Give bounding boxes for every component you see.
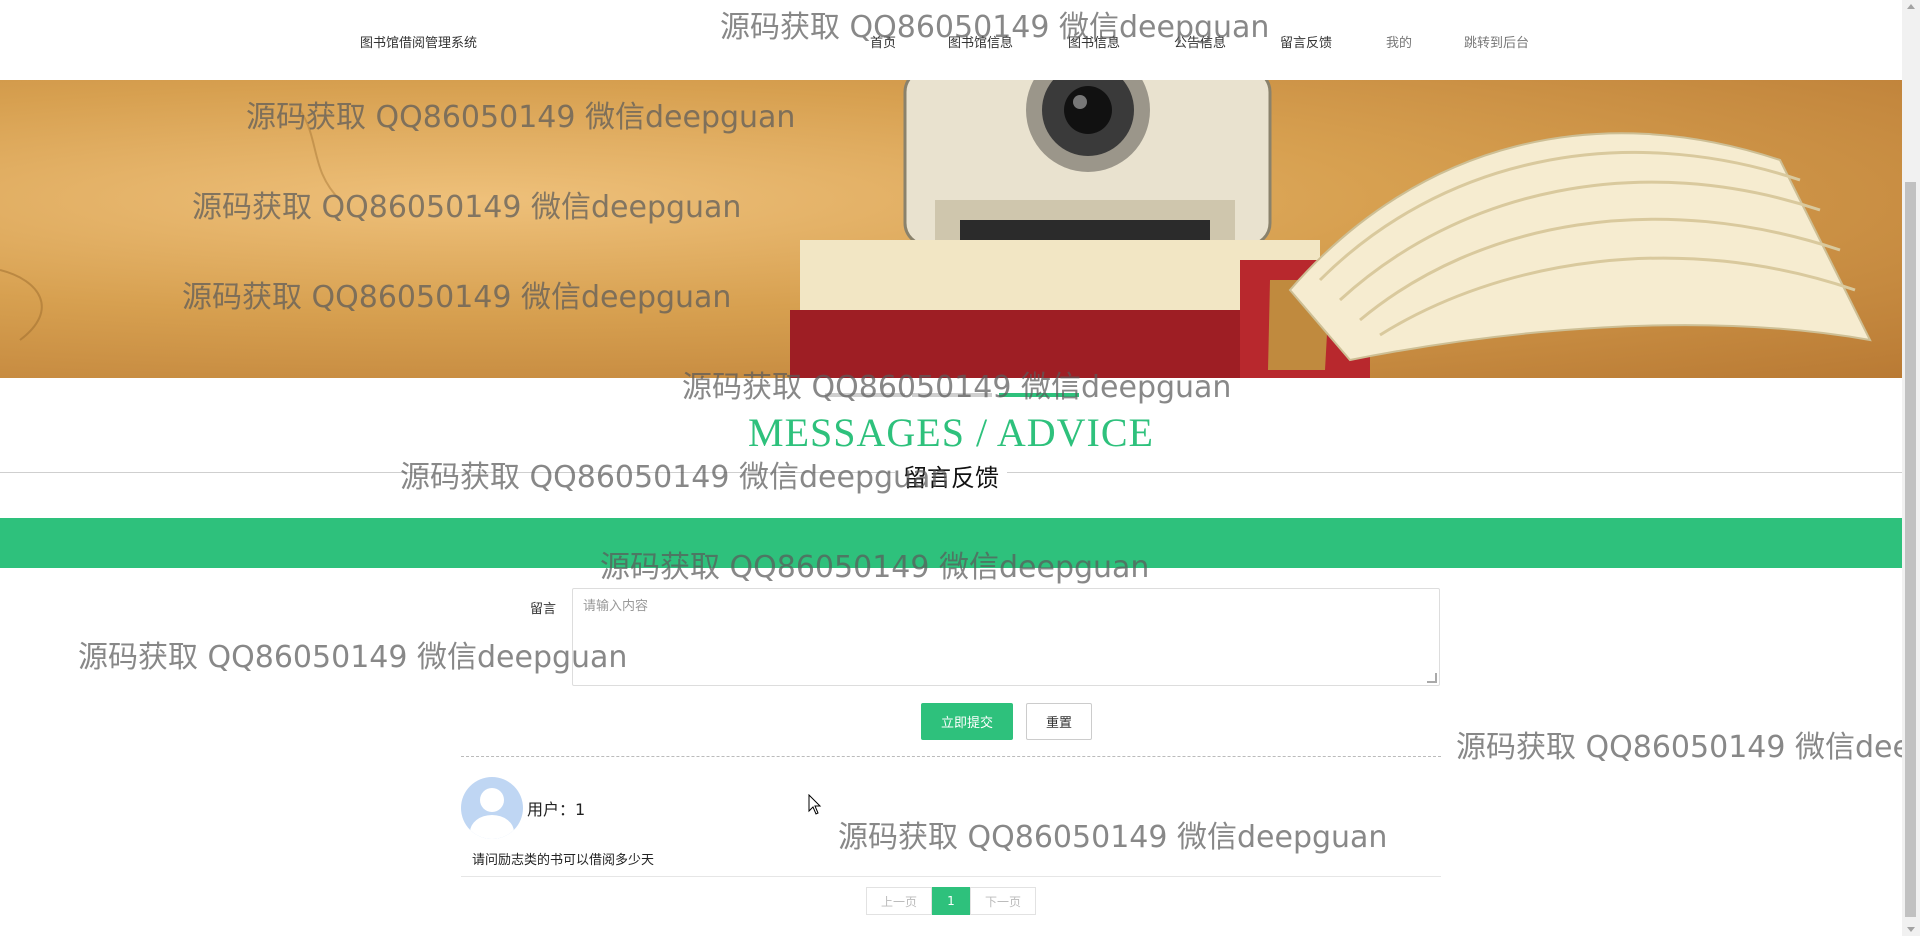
watermark: 源码获取 QQ86050149 微信deepguan bbox=[78, 640, 628, 675]
scroll-thumb[interactable] bbox=[1905, 182, 1916, 917]
nav-announcements[interactable]: 公告信息 bbox=[1174, 32, 1226, 51]
nav-home[interactable]: 首页 bbox=[870, 32, 896, 51]
top-navbar: 图书馆借阅管理系统 首页 图书馆信息 图书信息 公告信息 留言反馈 我的 跳转到… bbox=[0, 0, 1902, 80]
nav-admin-link[interactable]: 跳转到后台 bbox=[1464, 32, 1529, 51]
submit-button[interactable]: 立即提交 bbox=[921, 703, 1013, 740]
nav-feedback[interactable]: 留言反馈 bbox=[1280, 32, 1332, 51]
message-user-name: 1 bbox=[575, 800, 586, 819]
section-title-en: MESSAGES / ADVICE bbox=[748, 410, 1154, 455]
section-title-cn: 留言反馈 bbox=[0, 458, 1902, 493]
page-scrollbar[interactable] bbox=[1902, 0, 1920, 936]
user-avatar-icon bbox=[461, 777, 523, 839]
resize-handle-icon[interactable] bbox=[1427, 673, 1437, 683]
banner-dot-1[interactable] bbox=[825, 393, 905, 397]
message-user: 用户：1 bbox=[527, 796, 585, 820]
message-content: 请问励志类的书可以借阅多少天 bbox=[472, 853, 655, 868]
current-page-button[interactable]: 1 bbox=[932, 887, 970, 915]
site-brand[interactable]: 图书馆借阅管理系统 bbox=[360, 32, 477, 51]
nav-my[interactable]: 我的 bbox=[1386, 32, 1412, 51]
accent-band bbox=[0, 518, 1902, 568]
nav-book-info[interactable]: 图书信息 bbox=[1068, 32, 1120, 51]
mouse-pointer-icon bbox=[808, 794, 822, 815]
section-title-cn-text: 留言反馈 bbox=[895, 464, 1007, 492]
watermark: 源码获取 QQ86050149 微信deepguan bbox=[1456, 730, 1902, 765]
scroll-down-arrow-icon[interactable] bbox=[1907, 927, 1915, 932]
form-divider bbox=[461, 756, 1441, 757]
reset-button[interactable]: 重置 bbox=[1026, 703, 1092, 740]
message-placeholder: 请输入内容 bbox=[583, 599, 649, 614]
message-divider bbox=[461, 876, 1441, 877]
banner-dot-2[interactable] bbox=[912, 393, 992, 397]
watermark: 源码获取 QQ86050149 微信deepguan bbox=[838, 820, 1388, 855]
pagination: 上一页 1 下一页 bbox=[866, 887, 1036, 915]
scroll-up-arrow-icon[interactable] bbox=[1907, 4, 1915, 9]
banner-indicators bbox=[825, 393, 1080, 397]
banner-illustration bbox=[0, 80, 1872, 378]
next-page-button[interactable]: 下一页 bbox=[970, 887, 1036, 915]
prev-page-button[interactable]: 上一页 bbox=[866, 887, 932, 915]
message-textarea[interactable]: 请输入内容 bbox=[572, 588, 1440, 686]
hero-banner-image bbox=[0, 80, 1902, 378]
nav-library-info[interactable]: 图书馆信息 bbox=[948, 32, 1013, 51]
message-label: 留言 bbox=[530, 602, 557, 617]
banner-dot-3[interactable] bbox=[999, 393, 1079, 397]
message-user-label: 用户： bbox=[527, 800, 576, 819]
